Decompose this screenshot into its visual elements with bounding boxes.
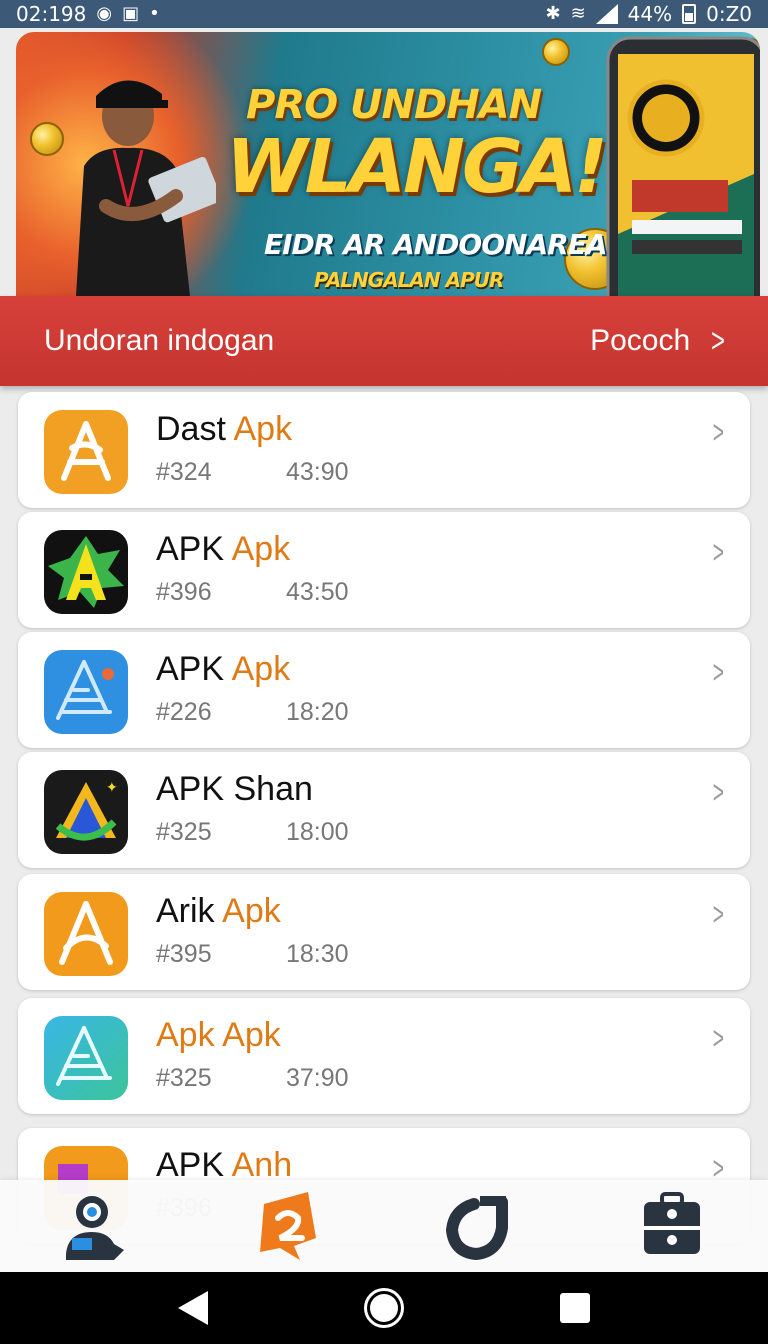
chevron-right-icon: > — [713, 896, 725, 932]
app-meta: #325 37:90 — [156, 1064, 349, 1093]
recent-apps-icon[interactable] — [560, 1293, 590, 1323]
app-id: #325 — [156, 818, 212, 846]
app-name-accent: Apk — [231, 530, 291, 568]
list-item[interactable]: APK Apk #396 43:50 > — [18, 512, 750, 628]
list-item[interactable]: Apk Apk #325 37:90 > — [18, 998, 750, 1114]
blue-a-icon — [44, 650, 128, 734]
list-item[interactable]: Arik Apk #395 18:30 > — [18, 874, 750, 990]
orange-a-icon — [44, 892, 128, 976]
status-right: ✱ ≋ 44% 0:Z0 — [545, 2, 752, 26]
nav-apk[interactable] — [243, 1186, 333, 1266]
see-more-label: Pococh — [590, 324, 691, 357]
app-name: APK Apk — [156, 530, 290, 569]
app-time: 43:50 — [286, 578, 349, 606]
notification-icon: ▣ — [122, 3, 140, 24]
app-name: Dast Apk — [156, 410, 292, 449]
app-name-main: APK Shan — [156, 770, 313, 808]
chevron-right-icon: > — [713, 654, 725, 690]
coin-icon — [542, 38, 570, 66]
app-meta: #395 18:30 — [156, 940, 349, 969]
status-time: 02:198 — [16, 2, 87, 26]
app-time: 37:90 — [286, 1064, 349, 1092]
sync-icon: ◉ — [96, 3, 113, 24]
coin-icon — [30, 122, 64, 156]
app-name-accent: Apk — [222, 892, 281, 930]
app-name-accent: Apk — [233, 410, 293, 448]
list-item[interactable]: Dast Apk #324 43:90 > — [18, 392, 750, 508]
banner-line-3: EIDR AR ANDOONAREA — [264, 228, 607, 261]
app-name-main: Dast — [156, 410, 226, 448]
teal-a-icon — [44, 1016, 128, 1100]
app-id: #396 — [156, 578, 212, 606]
chevron-right-icon: > — [713, 414, 725, 450]
battery-percent: 44% — [627, 2, 673, 26]
app-meta: #226 18:20 — [156, 698, 349, 727]
svg-text:✦: ✦ — [106, 780, 118, 796]
briefcase-icon — [644, 1192, 700, 1254]
app-name-main: APK — [156, 650, 225, 688]
bottom-nav — [0, 1180, 768, 1272]
profile-camera-icon — [66, 1196, 124, 1260]
dot-icon: • — [149, 3, 160, 24]
app-time: 18:30 — [286, 940, 349, 968]
nav-refresh[interactable] — [435, 1186, 525, 1266]
chevron-right-icon: > — [713, 1020, 725, 1056]
app-name: Apk Apk — [156, 1016, 281, 1055]
green-yellow-a-icon — [44, 530, 128, 614]
promo-banner[interactable]: PRO UNDHAN WLANGA! EIDR AR ANDOONAREA PA… — [16, 32, 760, 296]
wifi-icon: ≋ — [570, 3, 586, 24]
chevron-right-icon: > — [711, 321, 726, 360]
orange-a-icon — [44, 410, 128, 494]
status-clock-right: 0:Z0 — [706, 2, 752, 26]
app-name-accent: Apk — [231, 650, 291, 688]
section-title: Undoran indogan — [44, 324, 275, 357]
nav-profile[interactable] — [51, 1186, 141, 1266]
battery-icon — [682, 4, 697, 24]
app-time: 43:90 — [286, 458, 349, 486]
section-header: Undoran indogan Pococh > — [0, 296, 768, 386]
app-meta: #324 43:90 — [156, 458, 349, 487]
signal-icon — [595, 4, 618, 24]
app-id: #395 — [156, 940, 212, 968]
banner-line-2: WLANGA! — [226, 124, 608, 210]
app-name-accent: Anh — [231, 1146, 293, 1184]
app-meta: #396 43:50 — [156, 578, 349, 607]
nav-briefcase[interactable] — [627, 1186, 717, 1266]
refresh-icon — [445, 1196, 508, 1261]
list-item[interactable]: ✦ APK Shan #325 18:00 > — [18, 752, 750, 868]
app-time: 18:20 — [286, 698, 349, 726]
apk-logo-icon — [260, 1192, 316, 1260]
list-item[interactable]: APK Apk #226 18:20 > — [18, 632, 750, 748]
dark-triangle-a-icon: ✦ — [44, 770, 128, 854]
app-name-accent: Apk Apk — [156, 1016, 281, 1054]
status-left: 02:198 ◉ ▣ • — [16, 2, 160, 26]
app-name: APK Apk — [156, 650, 290, 689]
phone-illustration — [606, 36, 760, 296]
app-id: #226 — [156, 698, 212, 726]
person-illustration — [76, 80, 216, 296]
home-icon[interactable] — [364, 1288, 404, 1328]
app-name-main: APK — [156, 1146, 225, 1184]
app-time: 18:00 — [286, 818, 349, 846]
chevron-right-icon: > — [713, 774, 725, 810]
system-nav-bar — [0, 1272, 768, 1344]
app-name: Arik Apk — [156, 892, 281, 931]
banner-line-1: PRO UNDHAN — [246, 82, 542, 128]
app-name-main: Arik — [156, 892, 215, 930]
chevron-right-icon: > — [713, 534, 725, 570]
back-icon[interactable] — [178, 1291, 208, 1325]
app-id: #325 — [156, 1064, 212, 1092]
app-id: #324 — [156, 458, 212, 486]
status-bar: 02:198 ◉ ▣ • ✱ ≋ 44% 0:Z0 — [0, 0, 768, 28]
banner-line-4: PALNGALAN APUR — [314, 268, 504, 292]
vibrate-icon: ✱ — [545, 3, 561, 24]
app-name: APK Shan — [156, 770, 313, 809]
app-name-main: APK — [156, 530, 225, 568]
see-more-link[interactable]: Pococh > — [590, 322, 728, 361]
app-meta: #325 18:00 — [156, 818, 349, 847]
